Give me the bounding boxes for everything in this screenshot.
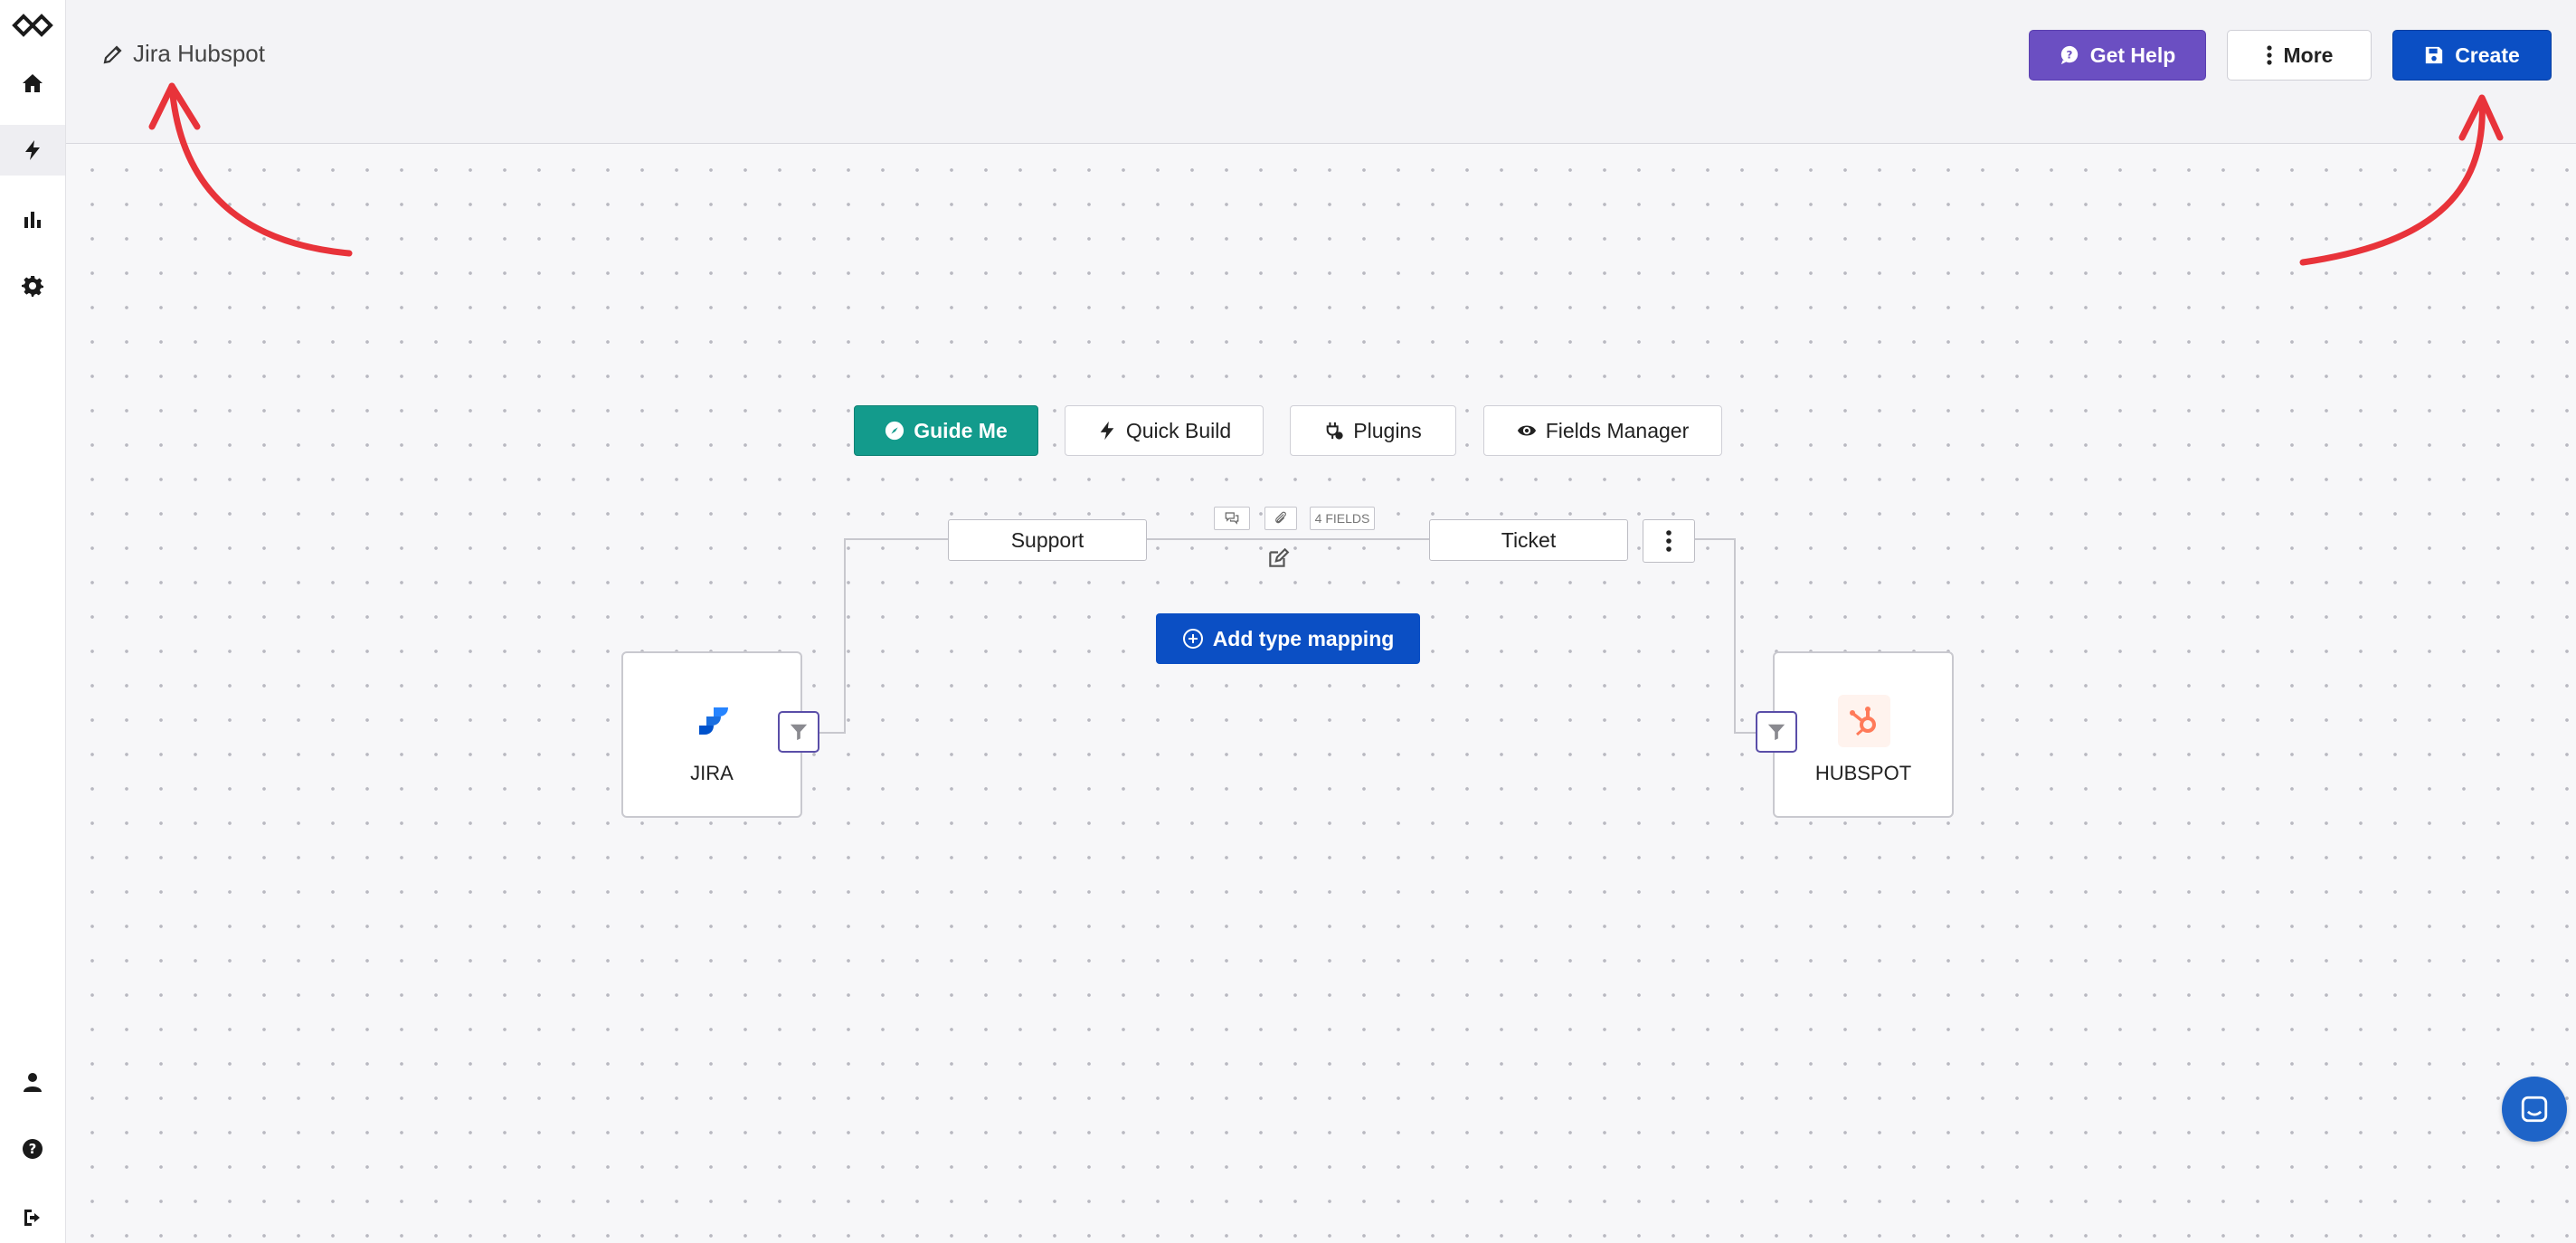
vertical-dots-icon <box>1666 530 1672 552</box>
pencil-icon <box>103 44 122 63</box>
plug-icon <box>1326 422 1343 440</box>
plus-circle-icon <box>1182 629 1203 649</box>
hubspot-node-label: HUBSPOT <box>1814 762 1912 784</box>
home-icon[interactable] <box>0 58 65 109</box>
target-type-label: Ticket <box>1501 527 1557 552</box>
paperclip-icon <box>1275 511 1286 524</box>
quick-build-button[interactable]: Quick Build <box>1065 405 1264 456</box>
jira-node[interactable]: JIRA <box>621 651 802 818</box>
workflow-canvas[interactable] <box>66 144 2576 1243</box>
hubspot-logo-icon <box>1838 695 1890 747</box>
chat-launcher-button[interactable] <box>2502 1077 2567 1142</box>
help-icon[interactable]: ? <box>0 1124 65 1174</box>
add-type-mapping-label: Add type mapping <box>1212 626 1395 650</box>
target-type-box[interactable]: Ticket <box>1429 519 1628 561</box>
gear-icon[interactable] <box>0 261 65 311</box>
header-bar: Jira Hubspot ? Get Help More Create <box>66 0 2576 144</box>
sidebar: ? <box>0 0 66 1243</box>
chat-icon <box>2521 1096 2548 1123</box>
jira-logo-icon <box>694 702 734 742</box>
guide-me-label: Guide Me <box>914 418 1008 442</box>
quick-build-label: Quick Build <box>1125 418 1232 442</box>
fields-count-label: 4 FIELDS <box>1314 511 1370 526</box>
chat-bubble-icon: ? <box>2060 45 2078 65</box>
jira-node-label: JIRA <box>690 762 734 784</box>
eye-icon <box>1517 425 1536 436</box>
workflow-title[interactable]: Jira Hubspot <box>102 40 265 68</box>
attachments-mapping-button[interactable] <box>1264 507 1297 530</box>
svg-text:?: ? <box>29 1141 37 1157</box>
source-type-label: Support <box>1010 527 1084 552</box>
logo-icon[interactable] <box>0 0 65 51</box>
more-label: More <box>2283 43 2334 67</box>
mapping-options-button[interactable] <box>1643 519 1695 563</box>
fields-manager-button[interactable]: Fields Manager <box>1483 405 1722 456</box>
bar-chart-icon[interactable] <box>0 194 65 244</box>
comments-mapping-button[interactable] <box>1214 507 1250 530</box>
save-icon <box>2426 46 2443 64</box>
fields-manager-label: Fields Manager <box>1545 418 1690 442</box>
user-icon[interactable] <box>0 1057 65 1107</box>
create-label: Create <box>2455 43 2520 67</box>
more-button[interactable]: More <box>2227 30 2372 81</box>
get-help-button[interactable]: ? Get Help <box>2029 30 2206 81</box>
source-type-box[interactable]: Support <box>948 519 1147 561</box>
vertical-dots-icon <box>2266 45 2272 65</box>
add-type-mapping-button[interactable]: Add type mapping <box>1156 613 1420 664</box>
plugins-label: Plugins <box>1353 418 1422 442</box>
fields-count-badge[interactable]: 4 FIELDS <box>1310 507 1375 530</box>
hubspot-node[interactable]: HUBSPOT <box>1773 651 1954 818</box>
plugins-button[interactable]: Plugins <box>1290 405 1456 456</box>
workflow-title-text: Jira Hubspot <box>133 40 265 67</box>
get-help-label: Get Help <box>2089 43 2176 67</box>
edit-mapping-icon[interactable] <box>1266 546 1290 570</box>
guide-me-button[interactable]: Guide Me <box>854 405 1038 456</box>
bolt-icon <box>1100 421 1114 441</box>
compass-icon <box>886 421 904 441</box>
filter-icon <box>790 724 808 741</box>
logout-icon[interactable] <box>0 1192 65 1243</box>
jira-filter-button[interactable] <box>778 711 819 753</box>
create-button[interactable]: Create <box>2392 30 2552 81</box>
svg-text:?: ? <box>2066 49 2072 62</box>
filter-icon <box>1767 724 1785 741</box>
hubspot-filter-button[interactable] <box>1756 711 1797 753</box>
comments-icon <box>1225 512 1239 525</box>
bolt-icon[interactable] <box>0 125 65 176</box>
